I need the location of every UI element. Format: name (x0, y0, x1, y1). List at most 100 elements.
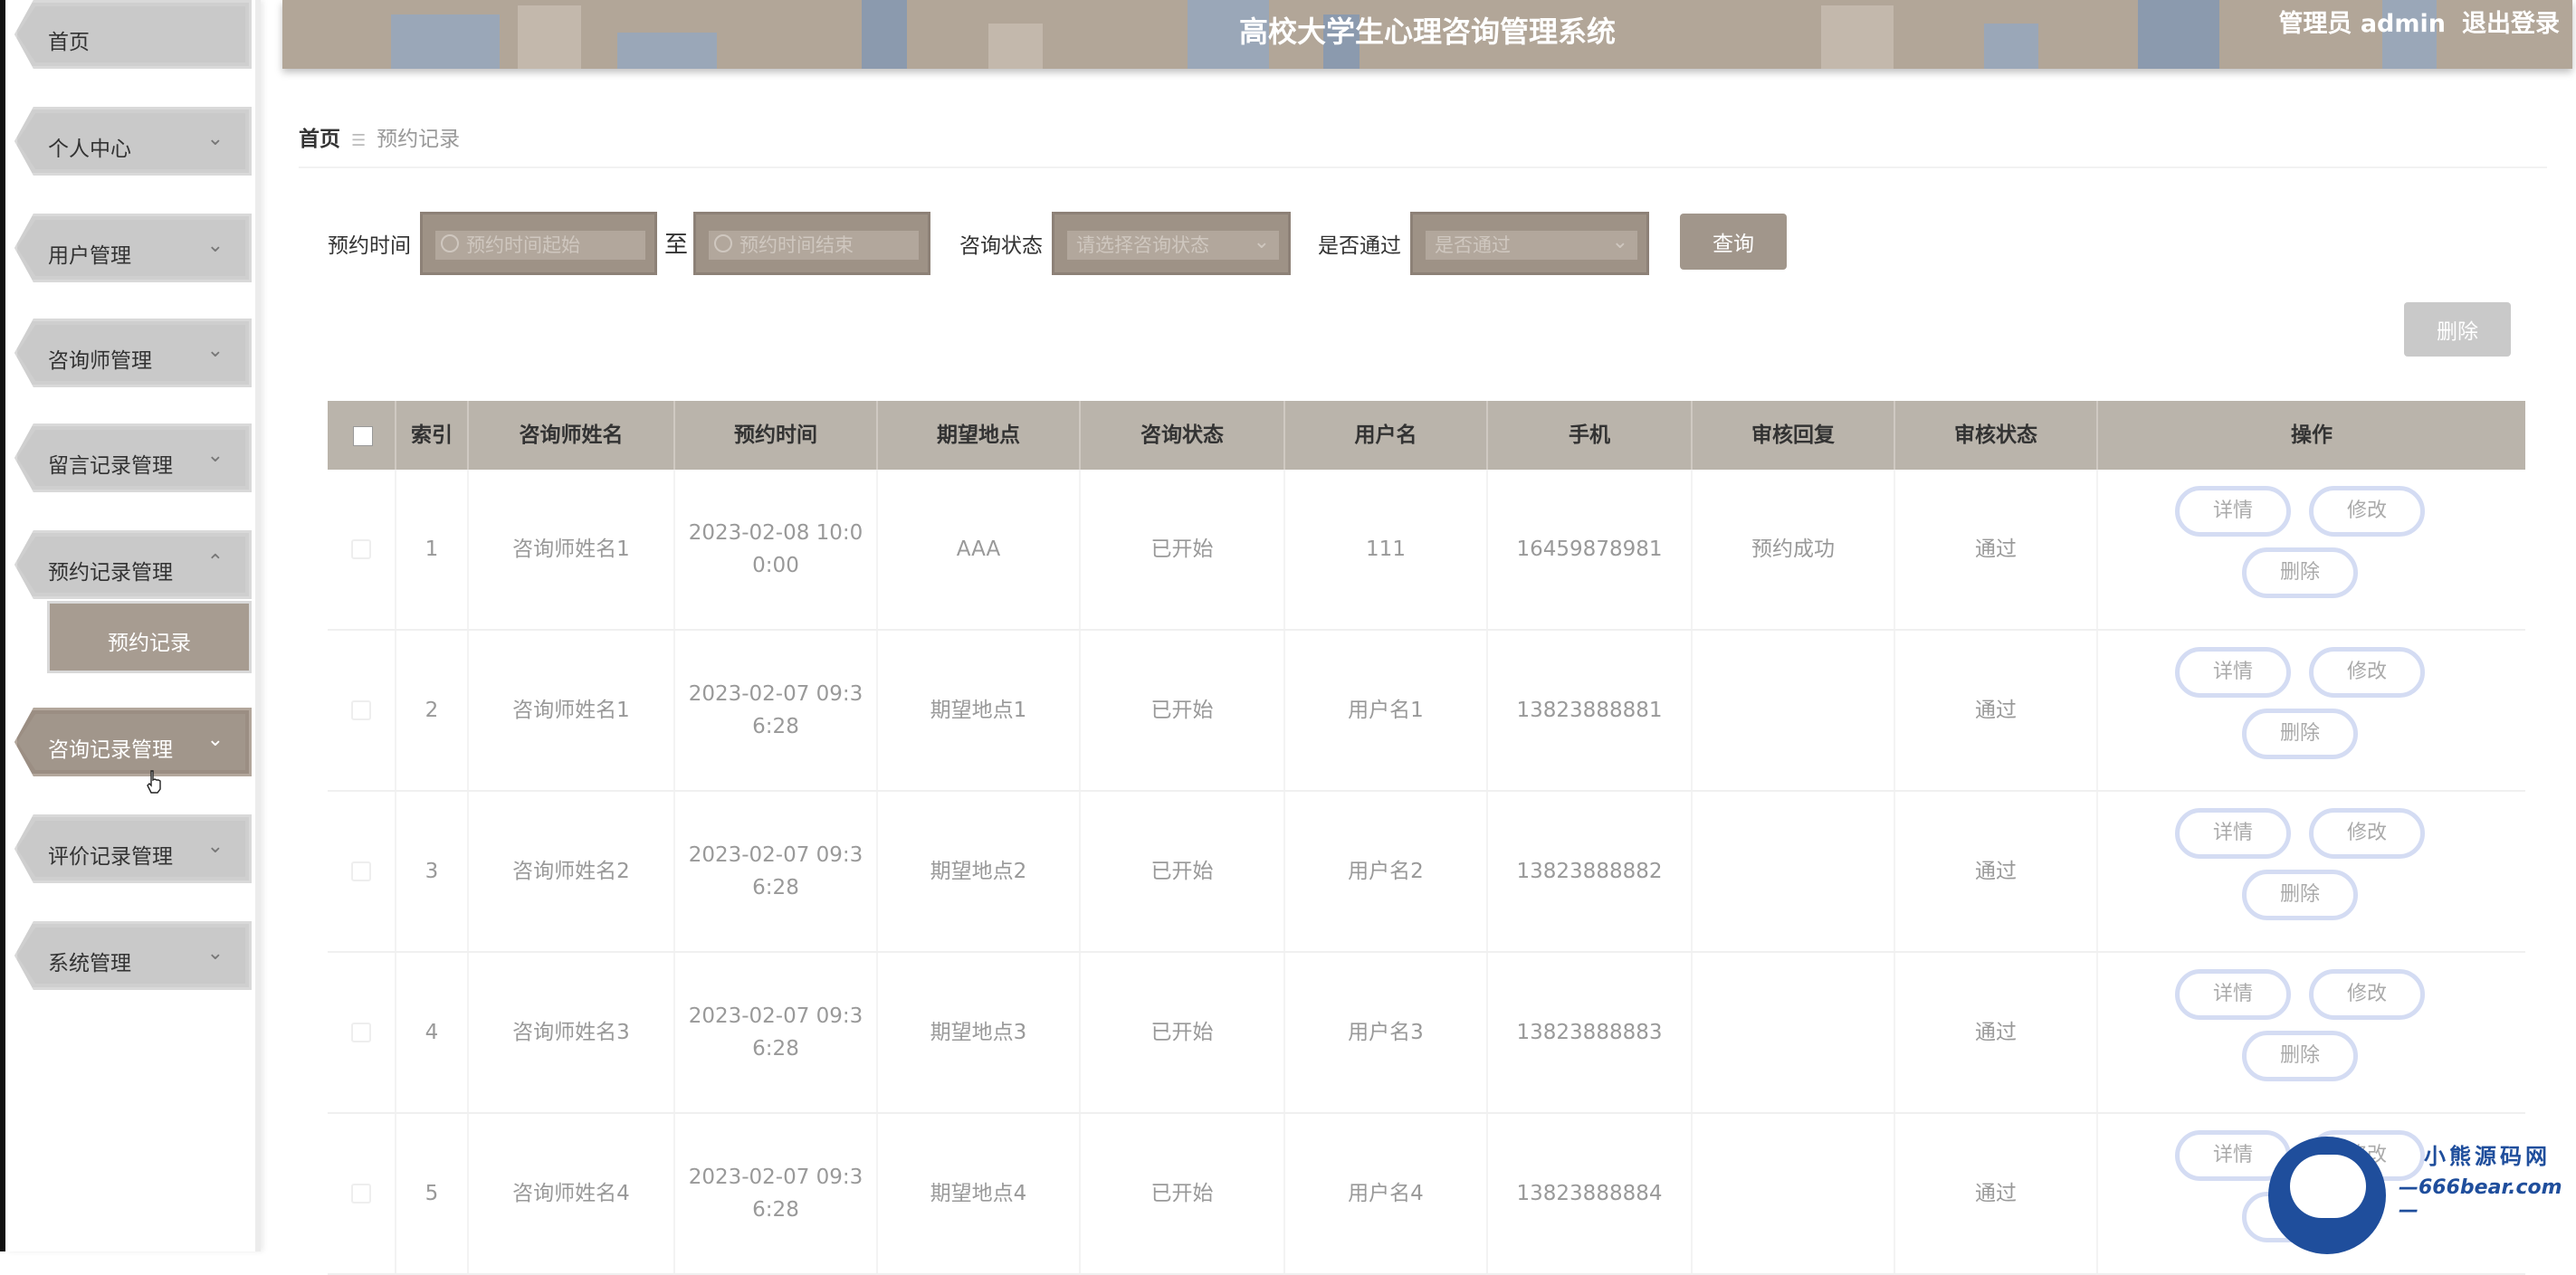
sidebar-item-label: 评价记录管理 (48, 845, 173, 869)
time-end-input[interactable]: 预约时间结束 (693, 212, 930, 275)
watermark-url: —666bear.com— (2399, 1176, 2562, 1222)
place-cell: AAA (878, 470, 1081, 629)
audit-status-cell: 通过 (1895, 470, 2098, 629)
phone-cell-text: 13823888881 (1516, 699, 1663, 722)
consult-status-cell: 已开始 (1081, 792, 1285, 951)
sidebar-item-personal-center[interactable]: 个人中心 ⌄ (14, 107, 252, 176)
index-cell: 4 (396, 953, 469, 1112)
phone-cell-text: 16459878981 (1516, 538, 1663, 561)
row-checkbox[interactable] (351, 1184, 371, 1204)
counselor-name-cell: 咨询师姓名4 (469, 1114, 675, 1273)
query-button[interactable]: 查询 (1680, 214, 1787, 270)
detail-button[interactable]: 详情 (2175, 486, 2291, 537)
sidebar-item-label: 个人中心 (48, 138, 131, 161)
sidebar-item-user-management[interactable]: 用户管理 ⌄ (14, 214, 252, 282)
index-cell: 5 (396, 1114, 469, 1273)
consult-status-cell: 已开始 (1081, 953, 1285, 1112)
detail-button[interactable]: 详情 (2175, 808, 2291, 859)
row-checkbox[interactable] (351, 1023, 371, 1042)
username-cell: 111 (1285, 470, 1488, 629)
pass-select[interactable]: 是否通过 ⌄ (1410, 212, 1649, 275)
logout-link[interactable]: 退出登录 (2462, 10, 2560, 38)
edit-button[interactable]: 修改 (2309, 969, 2425, 1020)
appointment-time-cell-text: 2023-02-07 09:36:28 (688, 682, 863, 738)
consult-status-cell-text: 已开始 (1150, 538, 1214, 561)
breadcrumb-separator-icon: ☰ (351, 131, 367, 150)
counselor-name-cell: 咨询师姓名3 (469, 953, 675, 1112)
sidebar-item-message-management[interactable]: 留言记录管理 ⌄ (14, 423, 252, 492)
watermark-logo: 小熊源码网 —666bear.com— (2263, 1118, 2576, 1254)
sidebar-item-counselor-management[interactable]: 咨询师管理 ⌄ (14, 319, 252, 387)
counselor-name-cell-text: 咨询师姓名2 (512, 860, 630, 883)
chevron-down-icon: ⌄ (206, 728, 224, 751)
col-header: 审核回复 (1693, 401, 1895, 470)
consult-status-select[interactable]: 请选择咨询状态 ⌄ (1052, 212, 1291, 275)
appointment-time-cell-text: 2023-02-08 10:00:00 (688, 521, 863, 577)
detail-button[interactable]: 详情 (2175, 647, 2291, 698)
range-separator: 至 (664, 232, 689, 259)
consult-status-cell: 已开始 (1081, 631, 1285, 790)
detail-button[interactable]: 详情 (2175, 969, 2291, 1020)
place-cell: 期望地点3 (878, 953, 1081, 1112)
appointment-time-cell: 2023-02-07 09:36:28 (675, 953, 878, 1112)
time-end-placeholder: 预约时间结束 (709, 231, 919, 260)
actions-cell: 详情修改删除 (2098, 953, 2525, 1112)
phone-cell: 13823888884 (1488, 1114, 1693, 1273)
breadcrumb-home[interactable]: 首页 (299, 128, 340, 151)
phone-cell-text: 13823888882 (1516, 860, 1663, 883)
batch-delete-button[interactable]: 删除 (2404, 302, 2511, 357)
index-cell-text: 3 (425, 860, 439, 883)
select-all-checkbox[interactable] (353, 426, 373, 446)
row-checkbox[interactable] (351, 539, 371, 559)
sidebar-subitem-appointment-records[interactable]: 预约记录 (47, 601, 252, 673)
chevron-down-icon: ⌄ (206, 942, 224, 965)
audit-status-cell: 通过 (1895, 1114, 2098, 1273)
chevron-down-icon: ⌄ (206, 128, 224, 150)
edit-button[interactable]: 修改 (2309, 808, 2425, 859)
consult-status-cell: 已开始 (1081, 1114, 1285, 1273)
delete-button[interactable]: 删除 (2242, 870, 2358, 920)
table-row: 1 咨询师姓名1 2023-02-08 10:00:00 AAA 已开始 111 16459… (328, 470, 2525, 631)
row-checkbox[interactable] (351, 700, 371, 720)
phone-cell: 16459878981 (1488, 470, 1693, 629)
audit-status-cell-text: 通过 (1975, 1182, 2017, 1205)
consult-status-cell-text: 已开始 (1150, 699, 1214, 722)
place-cell-text: 期望地点4 (930, 1182, 1027, 1205)
audit-status-cell: 通过 (1895, 953, 2098, 1112)
row-checkbox[interactable] (351, 861, 371, 881)
chevron-up-icon: ⌃ (206, 551, 224, 574)
delete-button[interactable]: 删除 (2242, 709, 2358, 759)
audit-reply-cell-text: 预约成功 (1751, 538, 1835, 561)
audit-reply-cell: 预约成功 (1693, 470, 1895, 629)
consult-status-cell-text: 已开始 (1150, 1182, 1214, 1205)
col-header: 索引 (396, 401, 469, 470)
table-row: 5 咨询师姓名4 2023-02-07 09:36:28 期望地点4 已开始 用户名4 13… (328, 1114, 2525, 1275)
breadcrumb-current: 预约记录 (377, 128, 461, 151)
sidebar-item-consultation-management[interactable]: 咨询记录管理 ⌄ (14, 708, 252, 776)
audit-status-cell-text: 通过 (1975, 538, 2017, 561)
index-cell-text: 5 (425, 1182, 439, 1205)
place-cell-text: 期望地点2 (930, 860, 1027, 883)
chevron-down-icon: ⌄ (206, 444, 224, 467)
index-cell: 1 (396, 470, 469, 629)
edit-button[interactable]: 修改 (2309, 486, 2425, 537)
delete-button[interactable]: 删除 (2242, 547, 2358, 598)
sidebar-item-review-management[interactable]: 评价记录管理 ⌄ (14, 814, 252, 883)
divider (299, 167, 2547, 168)
time-start-input[interactable]: 预约时间起始 (420, 212, 657, 275)
breadcrumb: 首页 ☰ 预约记录 (299, 121, 460, 152)
appointment-time-cell-text: 2023-02-07 09:36:28 (688, 1166, 863, 1222)
chevron-down-icon: ⌄ (1253, 231, 1270, 253)
counselor-name-cell-text: 咨询师姓名4 (512, 1182, 630, 1205)
username-cell-text: 用户名4 (1348, 1182, 1424, 1205)
phone-cell: 13823888882 (1488, 792, 1693, 951)
sidebar-item-system-management[interactable]: 系统管理 ⌄ (14, 921, 252, 990)
audit-status-cell: 通过 (1895, 792, 2098, 951)
username-cell-text: 用户名1 (1348, 699, 1424, 722)
phone-cell: 13823888881 (1488, 631, 1693, 790)
sidebar-item-home[interactable]: 首页 (14, 0, 252, 69)
sidebar-item-appointment-management[interactable]: 预约记录管理 ⌃ (14, 530, 252, 599)
delete-button[interactable]: 删除 (2242, 1031, 2358, 1081)
edit-button[interactable]: 修改 (2309, 647, 2425, 698)
hand-cursor-icon (147, 770, 161, 794)
